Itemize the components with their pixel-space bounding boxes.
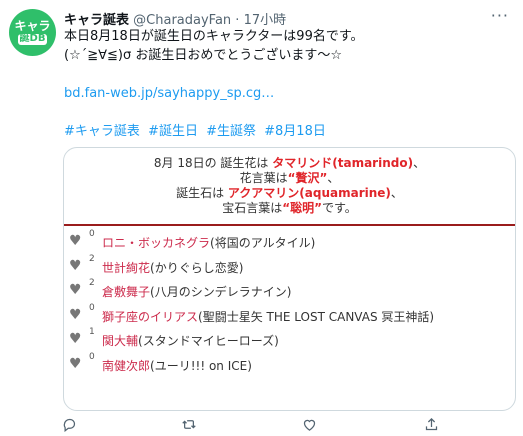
character-list: ♥ 0 ロニ・ボッカネグラ(将国のアルタイル) ♥ 2 世計絢花(かりぐらし恋愛… [64, 226, 515, 373]
character-name[interactable]: 倉敷舞子 [102, 285, 150, 299]
card-text: 8月 18日の 誕生花は [153, 156, 273, 170]
character-name[interactable]: 南健次郎 [102, 359, 150, 373]
author-name[interactable]: キャラ誕表 [64, 13, 129, 28]
hashtag-list: #キャラ誕表 #誕生日 #生誕祭 #8月18日 [64, 122, 509, 141]
card-text: 、 [413, 156, 426, 170]
card-header-line3: 誕生石は アクアマリン(aquamarine)、 [64, 186, 515, 201]
tweet-header: キャラ誕表 @CharadayFan · 17小時 [64, 9, 286, 28]
character-source: (将国のアルタイル) [210, 236, 316, 250]
hashtag[interactable]: #誕生日 [148, 124, 198, 139]
card-header-line1: 8月 18日の 誕生花は タマリンド(tamarindo)、 [64, 156, 515, 171]
character-source: (八月のシンデレラナイン) [150, 285, 292, 299]
more-icon[interactable]: ··· [491, 6, 509, 25]
hashtag[interactable]: #8月18日 [264, 124, 326, 139]
share-icon[interactable] [424, 417, 439, 436]
author-handle[interactable]: @CharadayFan [133, 13, 231, 28]
list-item[interactable]: ♥ 0 ロニ・ボッカネグラ(将国のアルタイル) [67, 226, 515, 251]
character-name[interactable]: 世計絢花 [102, 261, 150, 275]
like-icon[interactable] [302, 417, 317, 436]
tweet-time[interactable]: 17小時 [244, 13, 287, 28]
like-count: 0 [89, 351, 95, 362]
separator-dot: · [235, 13, 240, 28]
hashtag[interactable]: #キャラ誕表 [64, 124, 140, 139]
link-card[interactable]: 8月 18日の 誕生花は タマリンド(tamarindo)、 花言葉は“贅沢”、… [63, 147, 516, 411]
card-header: 8月 18日の 誕生花は タマリンド(tamarindo)、 花言葉は“贅沢”、… [64, 148, 515, 226]
like-count: 2 [89, 278, 95, 288]
list-item[interactable]: ♥ 0 獅子座のイリアス(聖闘士星矢 THE LOST CANVAS 冥王神話) [67, 300, 515, 325]
card-text: 宝石言葉は [222, 201, 283, 215]
card-text: 、 [390, 186, 403, 200]
character-entry: 獅子座のイリアス(聖闘士星矢 THE LOST CANVAS 冥王神話) [102, 308, 434, 325]
card-text: 誕生石は [176, 186, 228, 200]
reply-icon[interactable] [62, 417, 77, 436]
list-item[interactable]: ♥ 1 関大輔(スタンドマイヒーローズ) [67, 324, 515, 349]
like-count: 0 [89, 229, 95, 239]
tweet-line2: (☆´≧∀≦)σ お誕生日おめでとうございます〜☆ [64, 48, 343, 63]
heart-icon[interactable]: ♥ [69, 258, 82, 274]
heart-icon[interactable]: ♥ [69, 233, 82, 249]
character-name[interactable]: 獅子座のイリアス [102, 310, 198, 324]
character-source: (聖闘士星矢 THE LOST CANVAS 冥王神話) [198, 309, 435, 324]
character-source: (かりぐらし恋愛) [150, 260, 244, 275]
list-item[interactable]: ♥ 2 世計絢花(かりぐらし恋愛) [67, 251, 515, 276]
card-text: です。 [321, 201, 357, 215]
heart-icon[interactable]: ♥ [69, 307, 82, 323]
birth-flower: タマリンド(tamarindo) [272, 156, 414, 170]
birth-stone: アクアマリン(aquamarine) [227, 186, 391, 200]
tweet-line1: 本日8月18日が誕生日のキャラクターは99名です。 [64, 29, 364, 44]
hashtag[interactable]: #生誕祭 [206, 124, 256, 139]
flower-word: “贅沢” [287, 171, 328, 185]
like-count: 2 [89, 253, 95, 264]
character-entry: 南健次郎(ユーリ!!! on ICE) [102, 357, 252, 374]
character-source: (スタンドマイヒーローズ) [138, 334, 279, 348]
list-item[interactable]: ♥ 2 倉敷舞子(八月のシンデレラナイン) [67, 275, 515, 300]
avatar[interactable]: キャラ 誕DB [9, 9, 56, 56]
tweet-spacer [64, 65, 509, 84]
tweet-spacer [64, 103, 509, 122]
like-count: 0 [89, 302, 95, 313]
stone-word: “聡明” [282, 201, 322, 215]
avatar-line2: 誕DB [17, 33, 48, 45]
heart-icon[interactable]: ♥ [69, 282, 82, 298]
character-entry: 関大輔(スタンドマイヒーローズ) [102, 332, 279, 349]
heart-icon[interactable]: ♥ [69, 356, 82, 372]
character-entry: 世計絢花(かりぐらし恋愛) [102, 259, 243, 276]
card-header-line4: 宝石言葉は“聡明”です。 [64, 201, 515, 216]
like-count: 1 [89, 327, 95, 337]
card-text: 、 [327, 171, 340, 185]
character-name[interactable]: ロニ・ボッカネグラ [102, 236, 210, 250]
retweet-icon[interactable] [181, 417, 197, 436]
character-entry: 倉敷舞子(八月のシンデレラナイン) [102, 283, 291, 300]
tweet-link[interactable]: bd.fan-web.jp/sayhappy_sp.cg… [64, 84, 509, 103]
character-source: (ユーリ!!! on ICE) [150, 358, 252, 373]
list-item[interactable]: ♥ 0 南健次郎(ユーリ!!! on ICE) [67, 349, 515, 374]
character-entry: ロニ・ボッカネグラ(将国のアルタイル) [102, 234, 315, 251]
tweet-text: 本日8月18日が誕生日のキャラクターは99名です。 (☆´≧∀≦)σ お誕生日お… [64, 27, 509, 141]
character-name[interactable]: 関大輔 [102, 334, 138, 348]
card-header-line2: 花言葉は“贅沢”、 [64, 171, 515, 186]
avatar-line1: キャラ [14, 19, 51, 34]
card-text: 花言葉は [239, 171, 288, 185]
heart-icon[interactable]: ♥ [69, 331, 82, 347]
tweet-actions [62, 417, 442, 433]
